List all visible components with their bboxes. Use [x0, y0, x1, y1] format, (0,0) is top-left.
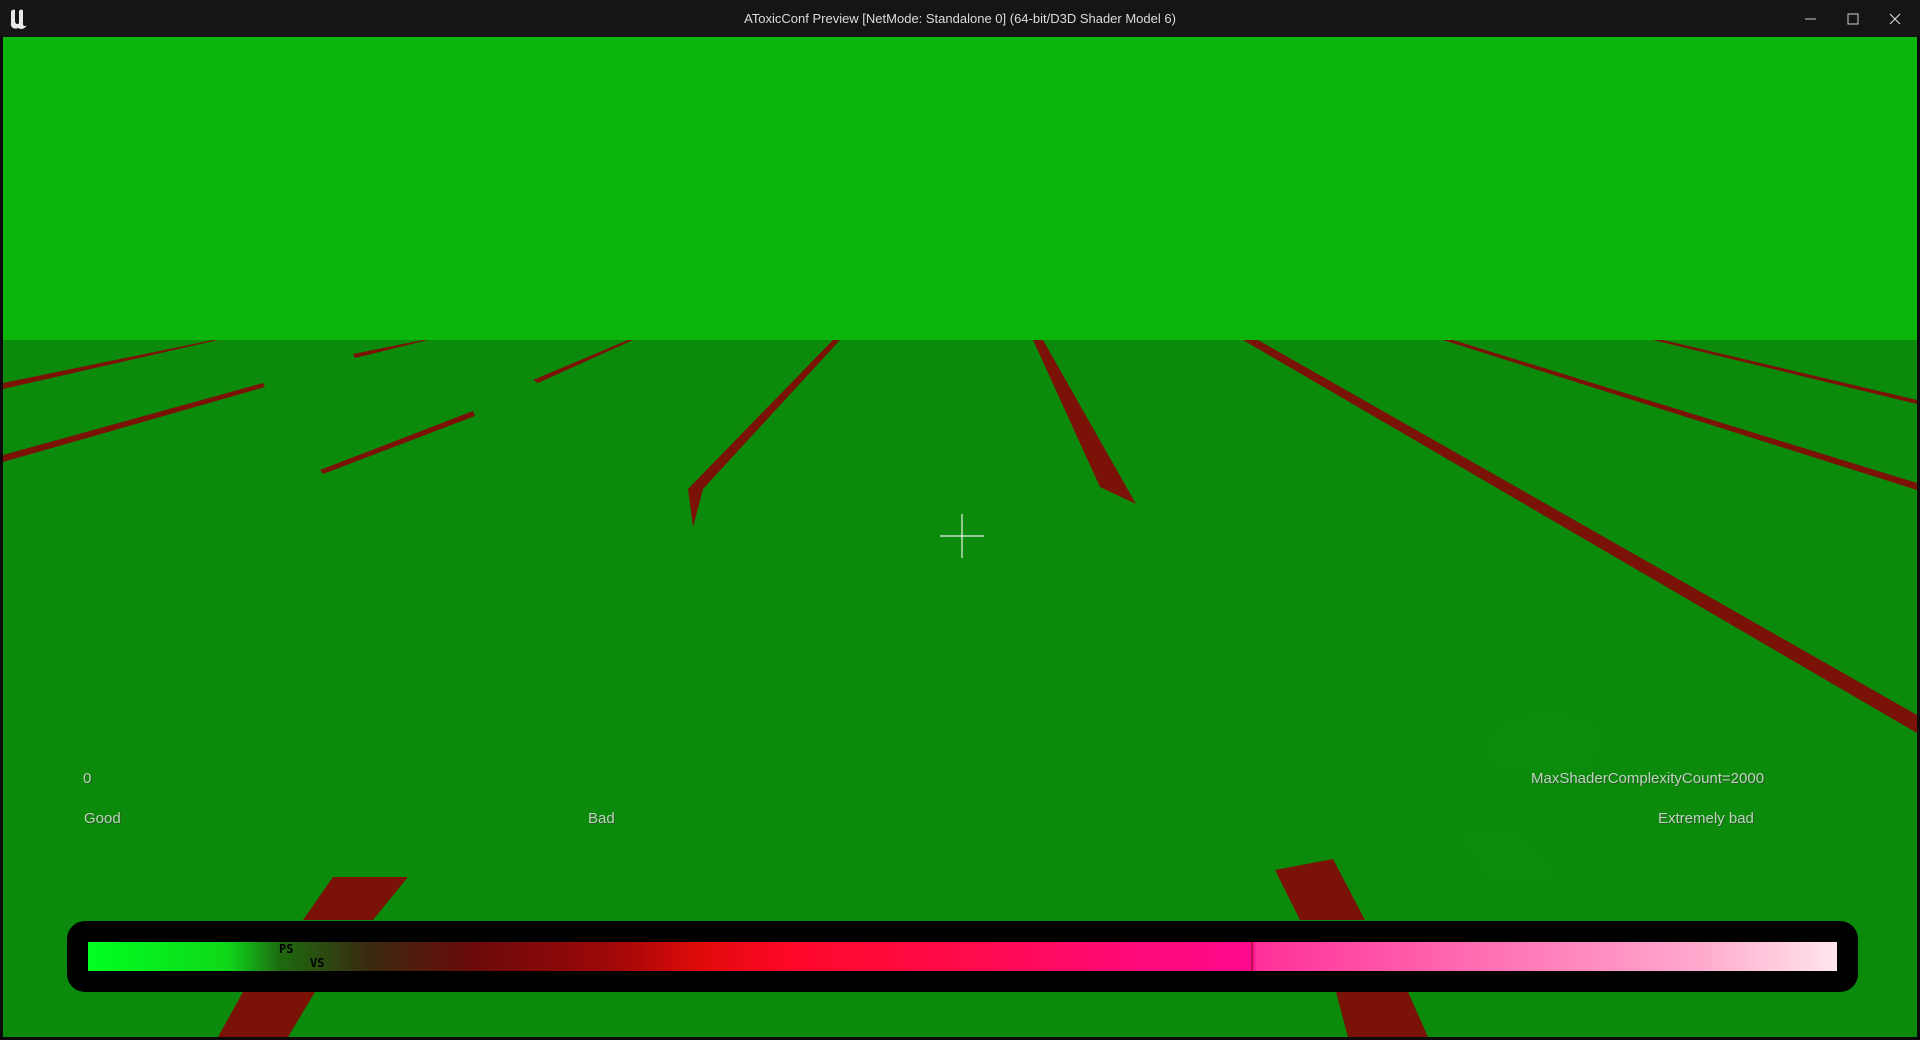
floor-stripe — [1653, 340, 1917, 404]
close-button[interactable] — [1874, 0, 1916, 37]
max-shader-complexity-label: MaxShaderComplexityCount=2000 — [1531, 770, 1765, 787]
minimize-button[interactable] — [1790, 0, 1832, 37]
floor-stripe — [353, 340, 428, 358]
window-title: AToxicConf Preview [NetMode: Standalone … — [744, 11, 1176, 26]
crosshair-icon — [940, 514, 984, 558]
floor-stripe — [688, 340, 840, 527]
legend-good-label: Good — [84, 810, 121, 827]
floor-stripe — [320, 411, 475, 474]
complexity-min-value: 0 — [83, 770, 92, 787]
floor-stripe — [1275, 859, 1365, 920]
floor-stripe — [1033, 340, 1136, 504]
title-bar[interactable]: AToxicConf Preview [NetMode: Standalone … — [0, 0, 1920, 37]
minimize-icon — [1805, 18, 1816, 20]
floor-stripe — [1243, 340, 1917, 733]
gradient-tick — [1251, 942, 1253, 971]
floor-stripe — [3, 340, 218, 389]
maximize-button[interactable] — [1832, 0, 1874, 37]
ground-shadow — [1483, 707, 1603, 772]
ps-marker: PS — [279, 942, 294, 956]
shader-complexity-gradient-bar: PS VS — [88, 942, 1837, 971]
game-viewport[interactable]: 0 MaxShaderComplexityCount=2000 Good Bad… — [3, 37, 1917, 1037]
floor-stripe — [1443, 340, 1917, 490]
legend-extremely-bad-label: Extremely bad — [1658, 810, 1754, 827]
ground-shadow — [1458, 827, 1563, 882]
shader-complexity-legend: PS VS — [67, 921, 1858, 992]
maximize-icon — [1847, 13, 1859, 25]
unreal-engine-logo-icon — [10, 9, 28, 29]
floor-stripe — [218, 992, 315, 1037]
legend-bad-label: Bad — [588, 810, 615, 827]
floor-stripe — [3, 383, 265, 462]
floor-stripe — [533, 340, 633, 383]
close-icon — [1889, 13, 1901, 25]
vs-marker: VS — [310, 956, 325, 970]
floor-stripe — [303, 877, 408, 920]
floor-stripe — [1336, 992, 1428, 1037]
